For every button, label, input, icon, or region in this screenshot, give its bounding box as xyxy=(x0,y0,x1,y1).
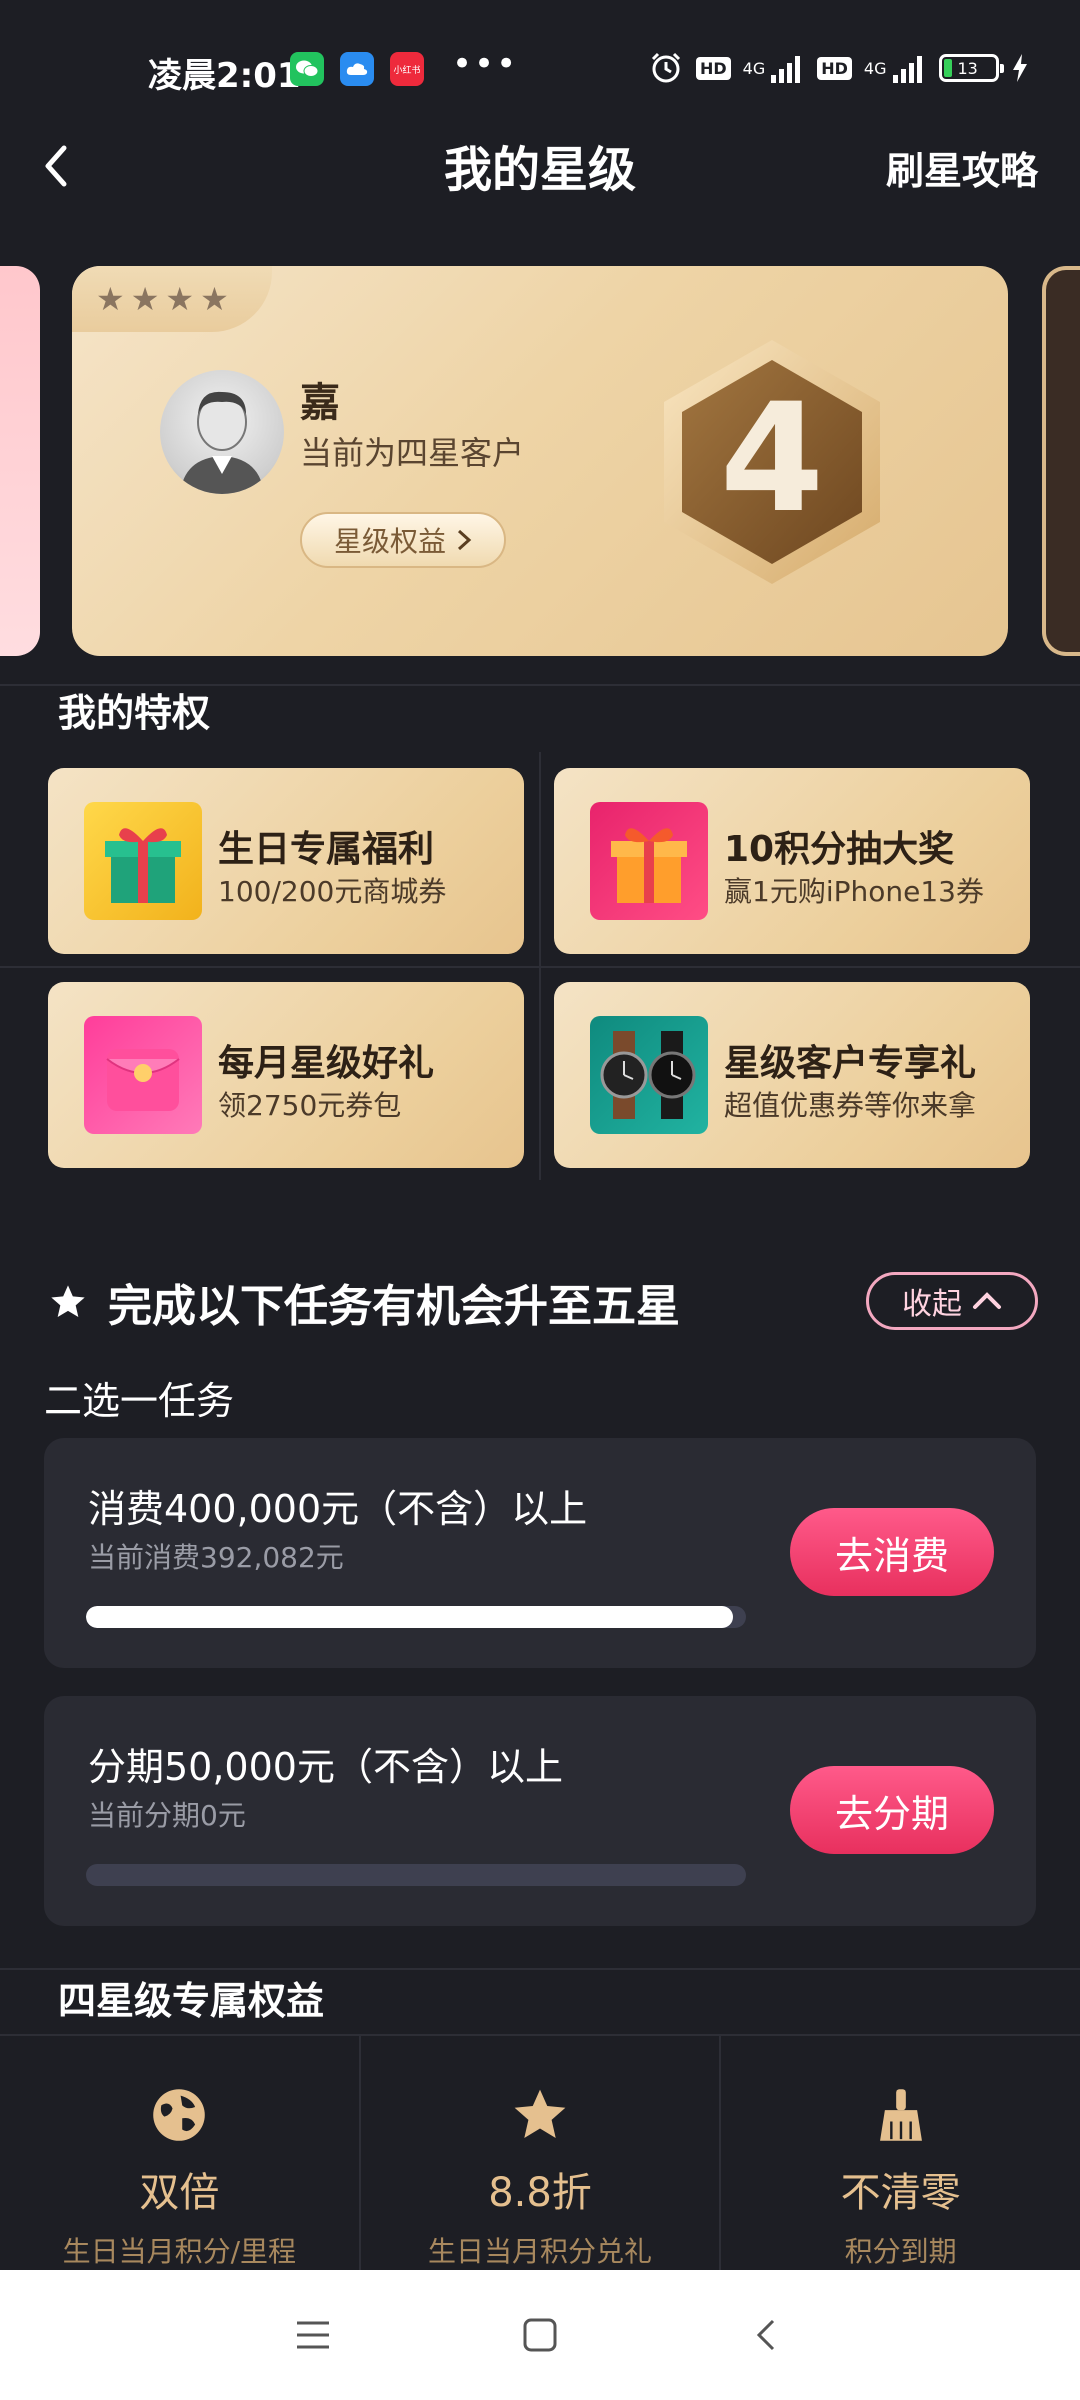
red-envelope-icon xyxy=(84,1016,202,1134)
star-icon: ★ xyxy=(165,280,195,318)
task-name: 消费400,000元（不含）以上 xyxy=(88,1487,588,1531)
strategy-link[interactable]: 刷星攻略 xyxy=(886,140,1038,195)
star-benefits-button[interactable]: 星级权益 xyxy=(300,512,506,568)
system-nav-bar xyxy=(0,2270,1080,2400)
more-notifications: ••• xyxy=(452,44,519,84)
home-square-icon[interactable] xyxy=(520,2315,560,2355)
exclusive-benefits: 双倍 生日当月积分/里程 8.8折 生日当月积分兑礼 不清零 积分到期 xyxy=(0,2036,1080,2270)
level-badge: 4 xyxy=(652,332,892,592)
watch-icon xyxy=(590,1016,708,1134)
task-card-spend: 消费400,000元（不含）以上 当前消费392,082元 去消费 xyxy=(44,1438,1036,1668)
chevron-up-icon xyxy=(973,1292,1001,1309)
divider xyxy=(539,752,541,1180)
benefit-discount[interactable]: 8.8折 生日当月积分兑礼 xyxy=(361,2036,722,2270)
network-type-1: 4G xyxy=(742,58,766,78)
gift-box-icon xyxy=(84,802,202,920)
star-icon: ★ xyxy=(96,280,125,318)
menu-icon[interactable] xyxy=(293,2317,333,2353)
hd-badge-2: HD xyxy=(817,56,852,80)
task-current: 当前分期0元 xyxy=(88,1799,246,1832)
task-card-installment: 分期50,000元（不含）以上 当前分期0元 去分期 xyxy=(44,1696,1036,1926)
back-triangle-icon[interactable] xyxy=(747,2315,787,2355)
chevron-right-icon xyxy=(457,529,472,551)
status-bar: 凌晨2:01 小红书 ••• HD 4G HD 4G 13 xyxy=(0,0,1080,140)
go-installment-button[interactable]: 去分期 xyxy=(790,1766,994,1854)
broom-icon xyxy=(879,2089,922,2141)
privilege-lottery[interactable]: 10积分抽大奖 赢1元购iPhone13券 xyxy=(554,768,1030,954)
network-type-2: 4G xyxy=(863,58,887,78)
task-progress-bar xyxy=(86,1864,746,1886)
benefit-double[interactable]: 双倍 生日当月积分/里程 xyxy=(0,2036,361,2270)
privilege-exclusive-gift[interactable]: 星级客户专享礼 超值优惠券等你来拿 xyxy=(554,982,1030,1168)
cloud-icon xyxy=(340,52,374,86)
benefit-no-expiry[interactable]: 不清零 积分到期 xyxy=(721,2036,1080,2270)
star-level-card: ★ ★ ★ ★ 嘉 当前为四星客户 星级权益 4 xyxy=(72,266,1008,656)
hd-badge-1: HD xyxy=(696,56,731,80)
star-icon: ★ xyxy=(200,280,229,318)
task-progress-bar xyxy=(86,1606,746,1628)
wechat-icon xyxy=(290,52,324,86)
alarm-icon xyxy=(651,52,681,83)
upgrade-task-heading: 完成以下任务有机会升至五星 xyxy=(48,1270,680,1334)
level-badge-number: 4 xyxy=(720,372,824,546)
choose-one-label: 二选一任务 xyxy=(44,1379,235,1423)
avatar xyxy=(160,370,284,494)
task-name: 分期50,000元（不含）以上 xyxy=(88,1745,563,1789)
go-spend-button[interactable]: 去消费 xyxy=(790,1508,994,1596)
star-icon: ★ xyxy=(130,280,160,318)
signal-icon-1 xyxy=(771,56,801,83)
star-icon xyxy=(514,2089,566,2138)
charging-icon xyxy=(1012,54,1027,82)
xiaohongshu-icon: 小红书 xyxy=(390,52,424,86)
star-rating: ★ ★ ★ ★ xyxy=(72,266,272,332)
task-current: 当前消费392,082元 xyxy=(88,1541,344,1574)
gift-box-icon xyxy=(590,802,708,920)
next-level-card[interactable] xyxy=(1042,266,1080,656)
username: 嘉 xyxy=(300,380,340,426)
prev-level-card[interactable] xyxy=(0,266,40,656)
signal-icon-2 xyxy=(892,56,922,83)
star-icon xyxy=(51,1285,85,1317)
status-time: 凌晨2:01 xyxy=(148,56,301,96)
exclusive-benefits-title: 四星级专属权益 xyxy=(58,1979,325,2023)
privilege-monthly-gift[interactable]: 每月星级好礼 领2750元券包 xyxy=(48,982,524,1168)
privilege-birthday[interactable]: 生日专属福利 100/200元商城券 xyxy=(48,768,524,954)
battery-icon: 13 xyxy=(938,54,1004,82)
collapse-button[interactable]: 收起 xyxy=(866,1272,1038,1330)
globe-icon xyxy=(153,2089,206,2141)
star-level-description: 当前为四星客户 xyxy=(300,434,525,472)
status-indicators: HD 4G HD 4G 13 xyxy=(648,50,1029,86)
privileges-title: 我的特权 xyxy=(58,691,211,735)
